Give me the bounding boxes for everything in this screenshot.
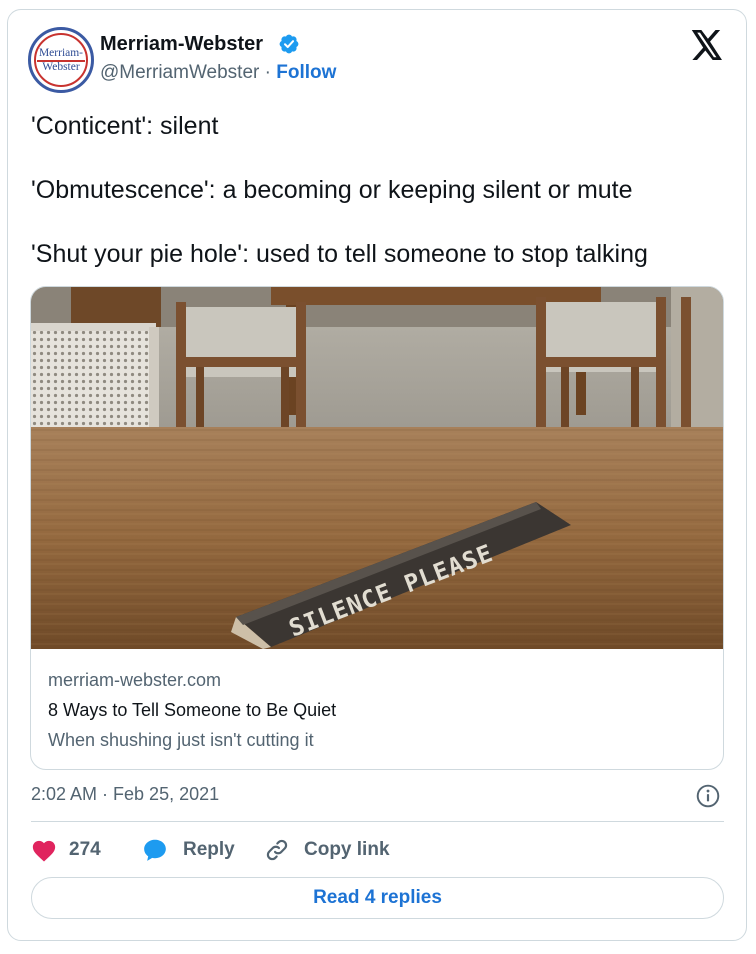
tweet-line: 'Conticent': silent [31, 112, 219, 140]
avatar-text-line2: Webster [42, 61, 80, 73]
author-name[interactable]: Merriam-Webster [100, 33, 263, 56]
avatar-text-line1: Merriam- [38, 47, 84, 59]
like-button[interactable]: 274 [31, 836, 101, 864]
author-handle-row: @MerriamWebster · Follow [100, 62, 336, 84]
divider [31, 821, 724, 822]
tweet-line: 'Obmutescence': a becoming or keeping si… [31, 176, 633, 204]
copy-link-button[interactable]: Copy link [264, 836, 390, 864]
link-icon [266, 839, 288, 861]
read-replies-button[interactable]: Read 4 replies [31, 877, 724, 919]
link-title: 8 Ways to Tell Someone to Be Quiet [48, 700, 337, 720]
verified-badge-icon [279, 34, 299, 54]
info-icon[interactable] [695, 783, 721, 809]
follow-button[interactable]: Follow [276, 62, 336, 83]
tweet-line: 'Shut your pie hole': used to tell someo… [31, 240, 648, 268]
link-description: When shushing just isn't cutting it [48, 730, 314, 750]
x-logo-icon[interactable] [690, 30, 724, 60]
reply-bubble-icon [144, 839, 166, 861]
reply-label: Reply [183, 839, 235, 860]
tweet-timestamp[interactable]: 2:02 AM · Feb 25, 2021 [31, 784, 219, 805]
avatar[interactable]: Merriam- Webster [28, 27, 94, 93]
tweet-text: 'Conticent': silent 'Obmutescence': a be… [31, 110, 721, 302]
handle-separator: · [259, 62, 277, 83]
reply-button[interactable]: Reply [142, 836, 235, 864]
link-preview-card[interactable]: SILENCE PLEASE merriam-webster.com 8 Way… [30, 286, 724, 770]
link-preview-image: SILENCE PLEASE [31, 287, 723, 649]
copy-link-label: Copy link [304, 839, 390, 860]
author-handle[interactable]: @MerriamWebster [100, 62, 259, 83]
link-domain: merriam-webster.com [48, 670, 222, 690]
read-replies-label: Read 4 replies [313, 887, 442, 908]
like-count: 274 [69, 839, 101, 860]
heart-icon [32, 840, 56, 862]
